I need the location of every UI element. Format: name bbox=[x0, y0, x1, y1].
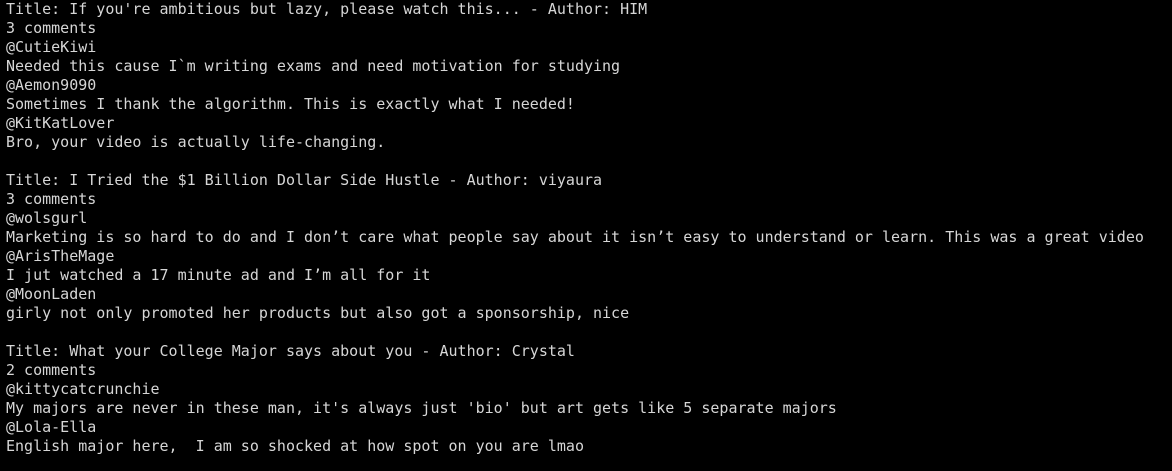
comment-username: @wolsgurl bbox=[6, 209, 88, 227]
comment-text: Bro, your video is actually life-changin… bbox=[6, 133, 386, 151]
comment-text: Marketing is so hard to do and I don’t c… bbox=[6, 228, 1144, 246]
post-title-line: Title: What your College Major says abou… bbox=[6, 342, 575, 360]
post-title-line: Title: I Tried the $1 Billion Dollar Sid… bbox=[6, 171, 603, 189]
comment-username: @kittycatcrunchie bbox=[6, 380, 160, 398]
post-block: Title: I Tried the $1 Billion Dollar Sid… bbox=[6, 171, 1172, 323]
post-title-line: Title: If you're ambitious but lazy, ple… bbox=[6, 0, 648, 18]
comment-username: @CutieKiwi bbox=[6, 38, 97, 56]
post-block: Title: If you're ambitious but lazy, ple… bbox=[6, 0, 1172, 152]
comment-text: Needed this cause I`m writing exams and … bbox=[6, 57, 621, 75]
comment-username: @ArisTheMage bbox=[6, 247, 115, 265]
comment-count: 2 comments bbox=[6, 361, 97, 379]
comment-text: I jut watched a 17 minute ad and I’m all… bbox=[6, 266, 431, 284]
comment-username: @Aemon9090 bbox=[6, 76, 97, 94]
comment-username: @KitKatLover bbox=[6, 114, 115, 132]
comment-username: @Lola-Ella bbox=[6, 418, 97, 436]
comment-text: My majors are never in these man, it's a… bbox=[6, 399, 837, 417]
comment-text: Sometimes I thank the algorithm. This is… bbox=[6, 95, 575, 113]
comment-username: @MoonLaden bbox=[6, 285, 97, 303]
terminal-output: Title: If you're ambitious but lazy, ple… bbox=[0, 0, 1172, 471]
comment-text: English major here, I am so shocked at h… bbox=[6, 437, 584, 455]
comment-text: girly not only promoted her products but… bbox=[6, 304, 630, 322]
comment-count: 3 comments bbox=[6, 190, 97, 208]
comment-count: 3 comments bbox=[6, 19, 97, 37]
post-block: Title: What your College Major says abou… bbox=[6, 342, 1172, 456]
